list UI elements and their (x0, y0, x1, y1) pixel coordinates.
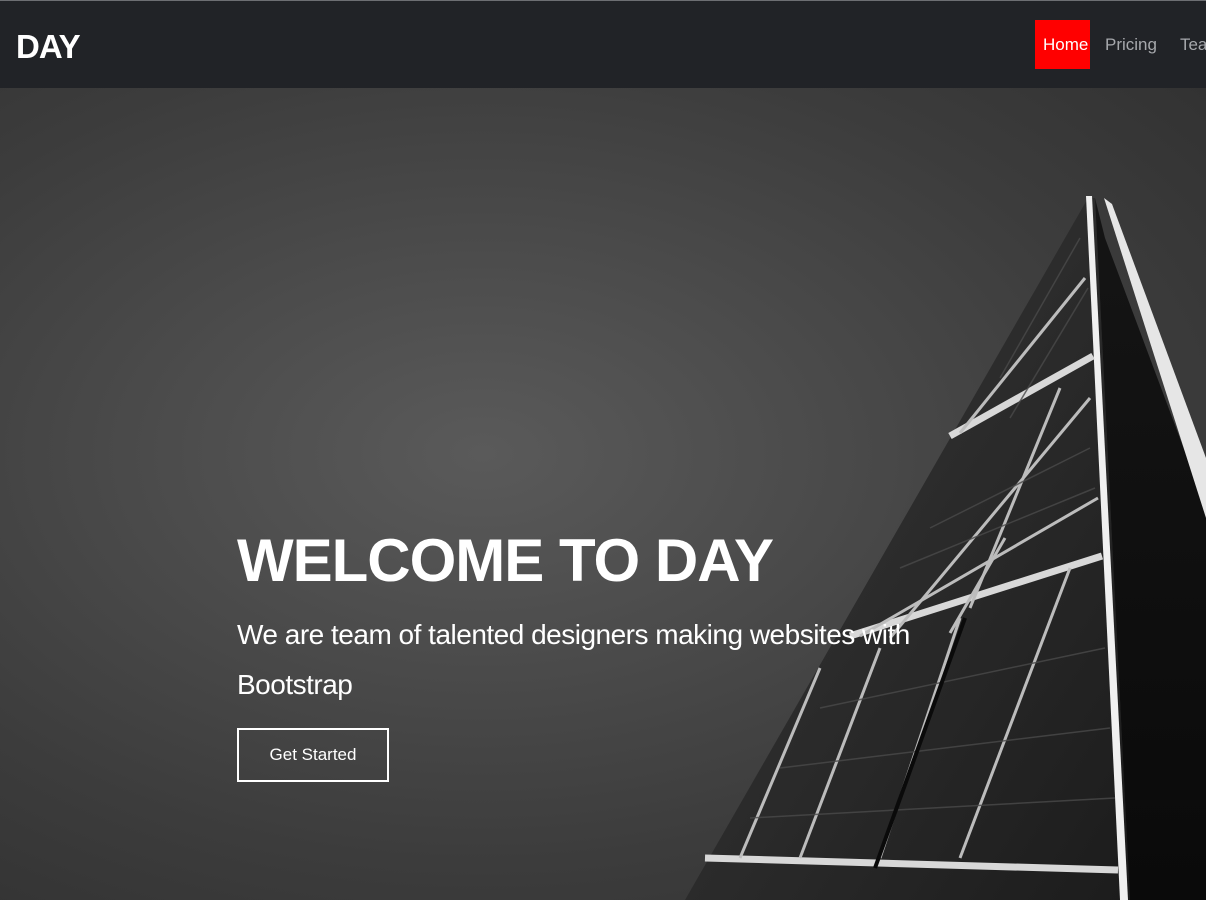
get-started-button[interactable]: Get Started (237, 728, 389, 782)
nav-link-team[interactable]: Team (1172, 20, 1206, 69)
nav-link-pricing[interactable]: Pricing (1097, 20, 1165, 69)
brand-logo[interactable]: DAY (16, 29, 81, 65)
hero-section: WELCOME TO DAY We are team of talented d… (0, 88, 1206, 900)
hero-subtitle: We are team of talented designers making… (237, 619, 910, 700)
navbar: DAY Home Pricing Team (0, 1, 1206, 88)
hero-title: WELCOME TO DAY (237, 527, 774, 594)
nav-menu: Home Pricing Team (1035, 20, 1206, 69)
building-background-image (685, 196, 1206, 900)
nav-link-home[interactable]: Home (1035, 20, 1090, 69)
